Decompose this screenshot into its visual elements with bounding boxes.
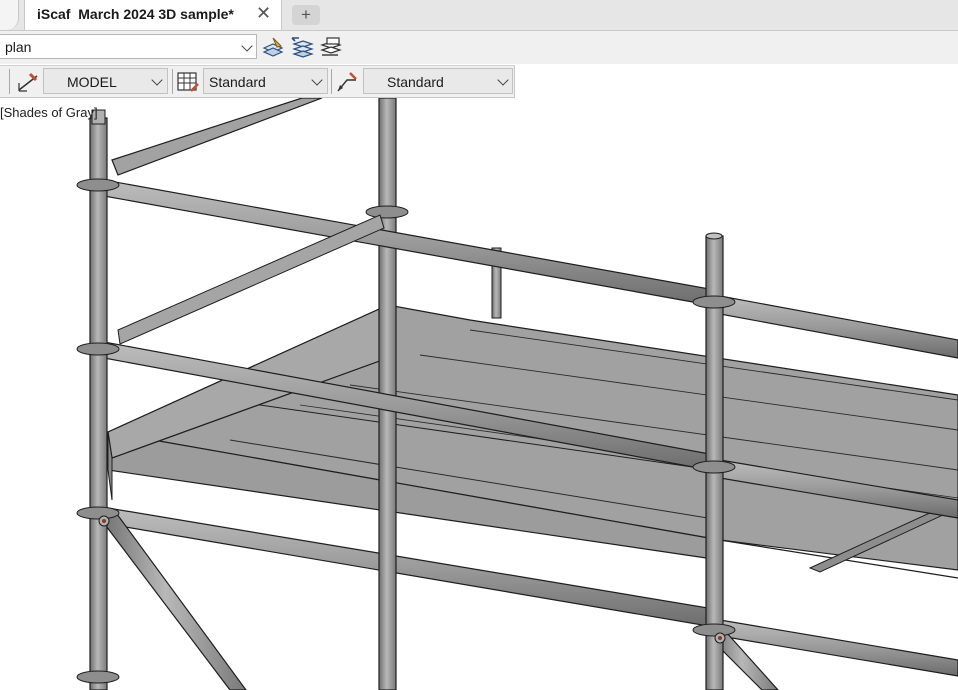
layer-states-icon[interactable] [290, 35, 314, 59]
visual-style-label[interactable]: [Shades of Gray] [0, 105, 98, 120]
layer-previous-icon[interactable] [318, 35, 342, 59]
model-viewport[interactable]: [Shades of Gray] [0, 98, 958, 690]
close-icon[interactable]: ✕ [256, 2, 271, 24]
table-style-dropdown[interactable]: Standard [203, 68, 328, 94]
layer-dropdown-value: plan [5, 39, 32, 55]
multileader-style-icon[interactable] [335, 70, 359, 94]
layers-toolbar: plan [0, 31, 958, 64]
layer-dropdown[interactable]: plan [0, 34, 257, 59]
toolbar-separator [331, 69, 332, 94]
multileader-style-dropdown[interactable]: Standard [363, 68, 513, 94]
chevron-down-icon [151, 74, 163, 86]
back-upper-brace [111, 98, 323, 176]
tab-active-drawing[interactable]: iScaf March 2024 3D sample* ✕ [24, 0, 282, 30]
chevron-down-icon [497, 74, 509, 86]
chevron-down-icon [311, 74, 323, 86]
tab-title: iScaf March 2024 3D sample* [37, 6, 234, 22]
toolbar-separator [9, 69, 10, 94]
multileader-style-dropdown-value: Standard [387, 74, 444, 90]
dimension-style-icon[interactable] [16, 70, 40, 94]
document-tab-bar: iScaf March 2024 3D sample* ✕ + [0, 0, 958, 31]
layer-properties-icon[interactable] [261, 35, 285, 59]
previous-tab[interactable] [0, 0, 19, 30]
space-dropdown[interactable]: MODEL [43, 68, 168, 94]
add-tab-button[interactable]: + [292, 5, 320, 25]
space-dropdown-value: MODEL [67, 74, 117, 90]
chevron-down-icon [241, 40, 253, 52]
styles-toolbar: MODEL Standard Standard [0, 65, 515, 98]
table-style-dropdown-value: Standard [209, 74, 266, 90]
toolbar-separator [172, 69, 173, 94]
scaffold-3d-model [76, 98, 958, 690]
table-style-icon[interactable] [176, 70, 200, 94]
